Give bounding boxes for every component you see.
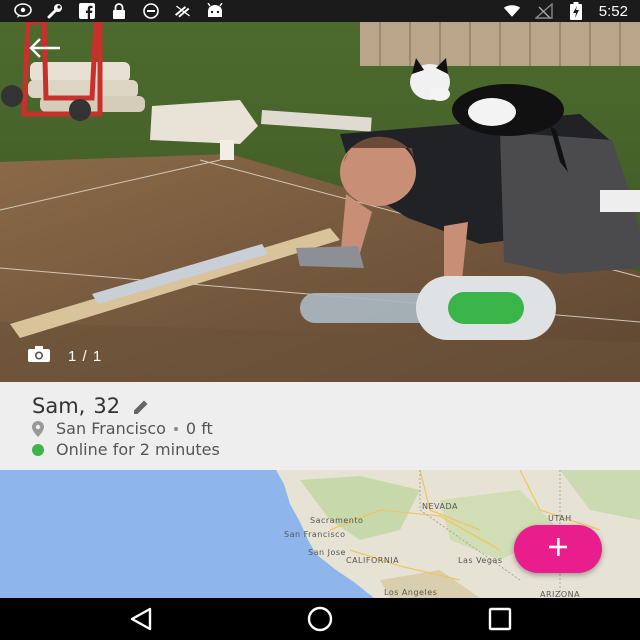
toggle-on-indicator (448, 292, 524, 324)
facebook-icon (78, 3, 96, 19)
map-label-los-angeles: Los Angeles (384, 588, 438, 597)
pencil-edit-icon[interactable] (132, 397, 150, 415)
profile-age: 32 (93, 394, 121, 418)
location-pin-icon (32, 420, 44, 437)
map-label-san-francisco: San Francisco (284, 530, 346, 539)
info-circle-icon (142, 3, 160, 19)
online-indicator-dot (32, 443, 44, 456)
navigation-bar (0, 598, 640, 640)
photo-counter: 1 / 1 (28, 346, 102, 366)
map-label-las-vegas: Las Vegas (458, 556, 503, 565)
status-toggle[interactable] (300, 276, 556, 342)
lock-icon (110, 3, 128, 19)
clock: 5:52 (598, 2, 628, 20)
name-separator: , (78, 394, 86, 418)
back-triangle-icon[interactable] (128, 606, 154, 632)
map-label-utah: UTAH (548, 514, 572, 523)
profile-info: Sam , 32 San Francisco 0 ft Online for 2… (0, 382, 640, 470)
map-label-san-jose: San Jose (308, 548, 346, 557)
online-status-row: Online for 2 minutes (32, 440, 220, 459)
online-status-text: Online for 2 minutes (56, 440, 220, 459)
status-bar: 5:52 (0, 0, 640, 22)
map-label-sacramento: Sacramento (310, 516, 364, 525)
name-age-row: Sam , 32 (32, 394, 150, 418)
distance-text: 0 ft (185, 419, 213, 438)
recents-square-icon[interactable] (487, 606, 513, 632)
wrench-icon (46, 3, 64, 19)
photo-counter-text: 1 / 1 (68, 347, 103, 365)
wifi-icon (503, 3, 521, 19)
battery-charging-icon (567, 2, 585, 20)
home-circle-icon[interactable] (307, 606, 333, 632)
toggle-knob[interactable] (416, 276, 556, 340)
location-row: San Francisco 0 ft (32, 419, 213, 438)
map-label-nevada: NEVADA (422, 502, 458, 511)
back-arrow-icon[interactable] (26, 36, 62, 60)
no-data-icon (174, 3, 192, 19)
profile-photo[interactable]: 1 / 1 (0, 22, 640, 382)
camera-icon (28, 346, 50, 366)
add-button[interactable] (514, 525, 602, 573)
separator-dot (173, 426, 178, 431)
plus-icon (547, 536, 569, 562)
android-icon (206, 3, 224, 19)
chat-icon (14, 3, 32, 19)
profile-name: Sam (32, 394, 79, 418)
map-label-california: CALIFORNIA (346, 556, 400, 565)
no-signal-icon (534, 3, 553, 19)
location-text: San Francisco (56, 419, 166, 438)
map-label-arizona: ARIZONA (540, 590, 581, 598)
